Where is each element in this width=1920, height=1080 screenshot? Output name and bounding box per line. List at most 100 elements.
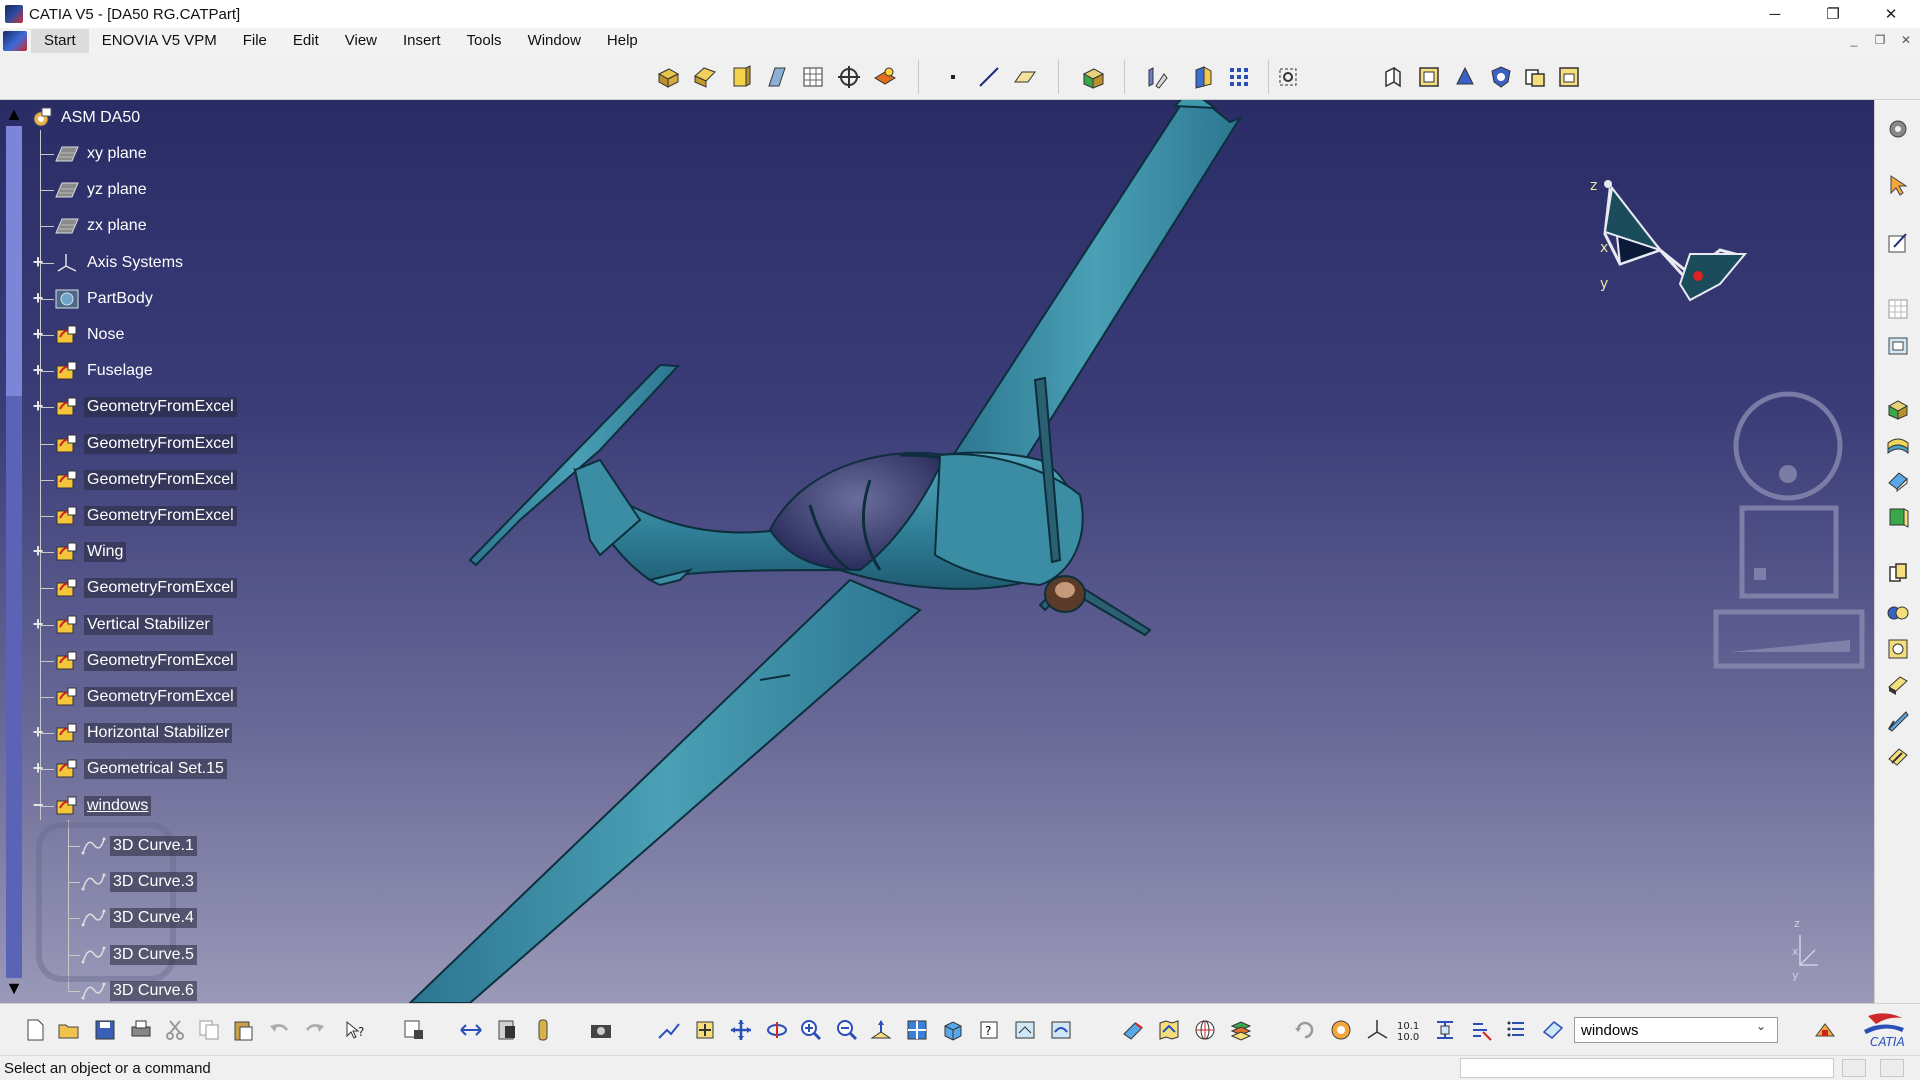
paste-icon[interactable] [230, 1017, 256, 1043]
scroll-down-icon[interactable]: ▼ [4, 978, 24, 998]
trim-icon[interactable] [1885, 636, 1911, 662]
tree-child-node[interactable]: 3D Curve.5 [68, 941, 197, 969]
fillet-icon[interactable] [1885, 708, 1911, 734]
tree-node[interactable]: xy plane [40, 140, 150, 168]
compass-widget[interactable]: z x y [1580, 154, 1760, 314]
loft-icon[interactable] [764, 64, 790, 90]
zoom-out-icon[interactable] [834, 1017, 860, 1043]
hide-show-icon[interactable] [494, 1017, 520, 1043]
3d-viewport[interactable]: ▲ ▼ ASM DA50 xy plane yz plane zx plane + Ax… [0, 100, 1874, 1003]
tree-node[interactable]: − windows [33, 792, 152, 820]
menu-file[interactable]: File [230, 29, 280, 53]
expand-icon[interactable]: + [30, 542, 46, 560]
copy-icon[interactable] [196, 1017, 222, 1043]
tree-child-node[interactable]: 3D Curve.6 [68, 977, 197, 1003]
translate-icon[interactable] [1885, 744, 1911, 770]
tree-root[interactable]: ASM DA50 [28, 104, 143, 132]
tree-scrollbar[interactable]: ▲ ▼ [2, 104, 26, 1000]
zoom-in-icon[interactable] [798, 1017, 824, 1043]
shield-icon[interactable] [1488, 64, 1514, 90]
sweep-icon[interactable] [728, 64, 754, 90]
doc-close-button[interactable]: ✕ [1896, 30, 1916, 50]
move-icon[interactable] [728, 1017, 754, 1043]
expand-icon[interactable]: + [30, 723, 46, 741]
apply-material-icon[interactable] [1120, 1017, 1146, 1043]
settings-gear-icon[interactable] [1885, 116, 1911, 142]
frame-tool-icon[interactable] [1885, 332, 1911, 358]
tree-node[interactable]: GeometryFromExcel [40, 574, 237, 602]
catia-menu-logo-icon[interactable] [3, 31, 27, 51]
expand-icon[interactable]: + [30, 361, 46, 379]
expand-icon[interactable]: + [30, 397, 46, 415]
tree-child-node[interactable]: 3D Curve.1 [68, 832, 197, 860]
parameters-icon[interactable] [1468, 1017, 1494, 1043]
point-icon[interactable] [940, 64, 966, 90]
plane-tool-icon[interactable] [1012, 64, 1038, 90]
fly-mode-icon[interactable] [458, 1017, 484, 1043]
open-folder-icon[interactable] [56, 1017, 82, 1043]
extrude-icon[interactable] [655, 64, 681, 90]
tree-child-node[interactable]: 3D Curve.3 [68, 868, 197, 896]
tree-node[interactable]: GeometryFromExcel [40, 430, 237, 458]
tree-node[interactable]: GeometryFromExcel [40, 502, 237, 530]
hand-icon[interactable] [1328, 1017, 1354, 1043]
normal-view-icon[interactable] [868, 1017, 894, 1043]
menu-help[interactable]: Help [594, 29, 651, 53]
map-icon[interactable] [1156, 1017, 1182, 1043]
status-button-1[interactable] [1842, 1059, 1866, 1077]
fill-surface-icon[interactable] [1885, 468, 1911, 494]
swap-visible-icon[interactable] [1048, 1017, 1074, 1043]
inertia-icon[interactable] [1190, 64, 1216, 90]
tree-node[interactable]: + Fuselage [33, 357, 156, 385]
expand-icon[interactable]: + [30, 759, 46, 777]
offset-surface-icon[interactable] [1885, 504, 1911, 530]
scale-icon[interactable]: 10.1 10.0 [1396, 1017, 1422, 1043]
update-icon[interactable] [401, 1017, 427, 1043]
swap-space-icon[interactable] [530, 1017, 556, 1043]
scroll-up-icon[interactable]: ▲ [4, 104, 24, 124]
expand-icon[interactable]: + [30, 289, 46, 307]
capture-camera-icon[interactable] [588, 1017, 614, 1043]
axis-icon[interactable] [1364, 1017, 1390, 1043]
insert-body-icon[interactable] [1080, 64, 1106, 90]
tree-node[interactable]: + Geometrical Set.15 [33, 755, 227, 783]
restore-button[interactable]: ❐ [1804, 0, 1862, 28]
tree-node[interactable]: + Wing [33, 538, 127, 566]
iso-view-icon[interactable] [940, 1017, 966, 1043]
new-file-icon[interactable] [22, 1017, 48, 1043]
cut-icon[interactable] [162, 1017, 188, 1043]
constraint-icon[interactable] [1380, 64, 1406, 90]
multi-view-icon[interactable] [904, 1017, 930, 1043]
snap-icon[interactable] [1275, 64, 1301, 90]
minimize-button[interactable]: ─ [1746, 0, 1804, 28]
collapse-icon[interactable]: − [30, 796, 46, 814]
whats-this-icon[interactable]: ? [342, 1017, 368, 1043]
print-icon[interactable] [128, 1017, 154, 1043]
menu-window[interactable]: Window [515, 29, 594, 53]
tree-scroll-thumb[interactable] [6, 126, 22, 396]
fit-all-icon[interactable] [656, 1017, 682, 1043]
menu-start[interactable]: Start [31, 29, 89, 53]
grid-sketch-icon[interactable] [800, 64, 826, 90]
refresh-icon[interactable] [1292, 1017, 1318, 1043]
tree-node[interactable]: GeometryFromExcel [40, 683, 237, 711]
menu-enovia[interactable]: ENOVIA V5 VPM [89, 29, 230, 53]
menu-tools[interactable]: Tools [454, 29, 515, 53]
dimension-icon[interactable] [1432, 1017, 1458, 1043]
status-button-2[interactable] [1880, 1059, 1904, 1077]
view-mode-icon[interactable]: ? [976, 1017, 1002, 1043]
extract-icon[interactable] [1885, 672, 1911, 698]
expand-icon[interactable]: + [30, 253, 46, 271]
tree-node[interactable]: GeometryFromExcel [40, 466, 237, 494]
doc-minimize-button[interactable]: _ [1844, 30, 1864, 50]
expand-icon[interactable]: + [30, 325, 46, 343]
workbench-icon[interactable] [1812, 1017, 1838, 1043]
tree-node[interactable]: + Axis Systems [33, 249, 186, 277]
pan-icon[interactable] [692, 1017, 718, 1043]
tools-body-icon[interactable] [1452, 64, 1478, 90]
tree-child-node[interactable]: 3D Curve.4 [68, 904, 197, 932]
rotate-icon[interactable] [764, 1017, 790, 1043]
tree-node[interactable]: zx plane [40, 212, 150, 240]
line-icon[interactable] [976, 64, 1002, 90]
tree-node[interactable]: + GeometryFromExcel [33, 393, 237, 421]
